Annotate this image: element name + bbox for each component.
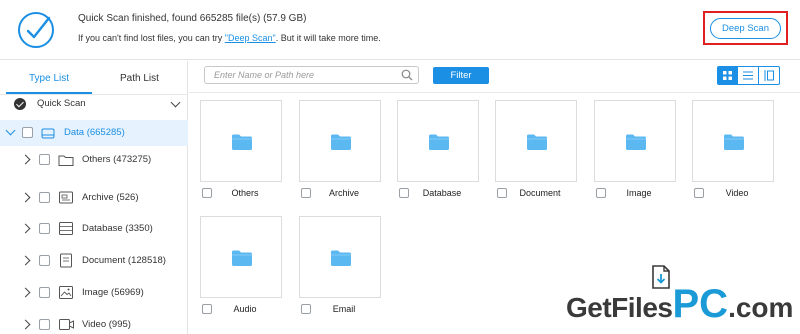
- drive-icon: [41, 128, 55, 139]
- chevron-down-icon[interactable]: [5, 125, 16, 136]
- scan-complete-check-icon: [18, 12, 54, 48]
- category-tile-database[interactable]: [397, 100, 479, 182]
- folder-icon: [58, 155, 74, 166]
- tree-item-image[interactable]: Image (56969): [0, 280, 188, 306]
- tree-item-label: Image (56969): [82, 287, 144, 298]
- deep-scan-link[interactable]: "Deep Scan": [225, 33, 276, 43]
- tile-label: Document: [519, 188, 561, 198]
- grid-view-icon: [723, 71, 733, 80]
- folder-icon: [330, 249, 352, 272]
- tree-checkbox[interactable]: [39, 223, 50, 234]
- category-tile-audio[interactable]: [200, 216, 282, 298]
- tree-item-video[interactable]: Video (995): [0, 312, 188, 334]
- search-input[interactable]: Enter Name or Path here: [204, 66, 419, 84]
- chevron-right-icon[interactable]: [20, 319, 31, 330]
- tile-label: Archive: [328, 188, 359, 198]
- quick-scan-check-icon: [14, 98, 26, 110]
- tile-label: Video: [725, 188, 749, 198]
- document-icon: [60, 253, 72, 268]
- chevron-right-icon[interactable]: [20, 192, 31, 203]
- archive-icon: [59, 191, 73, 204]
- tree-item-others[interactable]: Others (473275): [0, 147, 188, 173]
- tree-item-database[interactable]: Database (3350): [0, 216, 188, 242]
- chevron-right-icon[interactable]: [20, 287, 31, 298]
- category-tile-email[interactable]: [299, 216, 381, 298]
- folder-icon: [428, 133, 450, 156]
- preview-view-button[interactable]: [759, 67, 779, 84]
- tile-label: Audio: [233, 304, 257, 314]
- category-tile-video[interactable]: [692, 100, 774, 182]
- watermark-getfiles: GetFiles: [566, 292, 673, 323]
- toolbar-divider: [189, 92, 800, 93]
- scan-result-header: Quick Scan finished, found 665285 file(s…: [0, 0, 800, 60]
- chevron-down-icon[interactable]: [170, 97, 181, 108]
- folder-icon: [330, 133, 352, 156]
- folder-icon: [231, 133, 253, 156]
- folder-icon: [526, 133, 548, 156]
- folder-icon: [231, 249, 253, 272]
- deep-scan-button[interactable]: Deep Scan: [710, 18, 781, 39]
- view-mode-switcher: [717, 66, 780, 85]
- tree-checkbox[interactable]: [39, 192, 50, 203]
- search-icon[interactable]: [401, 69, 413, 81]
- tree-checkbox[interactable]: [39, 154, 50, 165]
- database-icon: [59, 222, 73, 235]
- video-icon: [59, 319, 74, 330]
- filter-button[interactable]: Filter: [433, 67, 489, 84]
- tree-item-document[interactable]: Document (128518): [0, 248, 188, 274]
- quick-scan-label: Quick Scan: [37, 98, 86, 109]
- hint-prefix: If you can't find lost files, you can tr…: [78, 33, 225, 43]
- tree-checkbox[interactable]: [39, 319, 50, 330]
- watermark-com: .com: [728, 292, 794, 323]
- site-watermark: GetFilesPC.com: [566, 282, 793, 327]
- tab-type-list[interactable]: Type List: [29, 73, 69, 84]
- tree-item-label: Others (473275): [82, 154, 152, 165]
- tile-label: Others: [231, 188, 259, 198]
- tree-item-label: Document (128518): [82, 255, 166, 266]
- folder-icon: [723, 133, 745, 156]
- preview-view-icon: [764, 70, 774, 81]
- list-view-icon: [743, 71, 754, 80]
- category-tile-archive[interactable]: [299, 100, 381, 182]
- tree-item-label: Video (995): [82, 319, 131, 330]
- hint-suffix: . But it will take more time.: [275, 33, 381, 43]
- tree-checkbox[interactable]: [22, 127, 33, 138]
- scan-status-title: Quick Scan finished, found 665285 file(s…: [78, 13, 307, 24]
- tab-divider: [0, 94, 188, 95]
- category-tile-others[interactable]: [200, 100, 282, 182]
- tree-root-data[interactable]: Data (665285): [0, 120, 188, 146]
- category-tile-image[interactable]: [594, 100, 676, 182]
- tree-checkbox[interactable]: [39, 255, 50, 266]
- folder-icon: [625, 133, 647, 156]
- tab-path-list[interactable]: Path List: [120, 73, 159, 84]
- tree-checkbox[interactable]: [39, 287, 50, 298]
- tree-root-label: Data (665285): [64, 127, 125, 138]
- chevron-right-icon[interactable]: [20, 255, 31, 266]
- tree-item-archive[interactable]: Archive (526): [0, 185, 188, 211]
- tree-item-label: Database (3350): [82, 223, 153, 234]
- watermark-pc: PC: [672, 282, 729, 326]
- list-view-button[interactable]: [738, 67, 759, 84]
- sidebar: Type List Path List Quick Scan Data (665…: [0, 61, 188, 334]
- grid-view-button[interactable]: [718, 67, 739, 84]
- deep-scan-hint: If you can't find lost files, you can tr…: [78, 33, 381, 43]
- tile-label: Email: [332, 304, 356, 314]
- tile-label: Database: [422, 188, 462, 198]
- chevron-right-icon[interactable]: [20, 223, 31, 234]
- image-icon: [59, 286, 73, 299]
- chevron-right-icon[interactable]: [20, 154, 31, 165]
- category-tile-document[interactable]: [495, 100, 577, 182]
- tree-item-label: Archive (526): [82, 192, 139, 203]
- tile-label: Image: [626, 188, 652, 198]
